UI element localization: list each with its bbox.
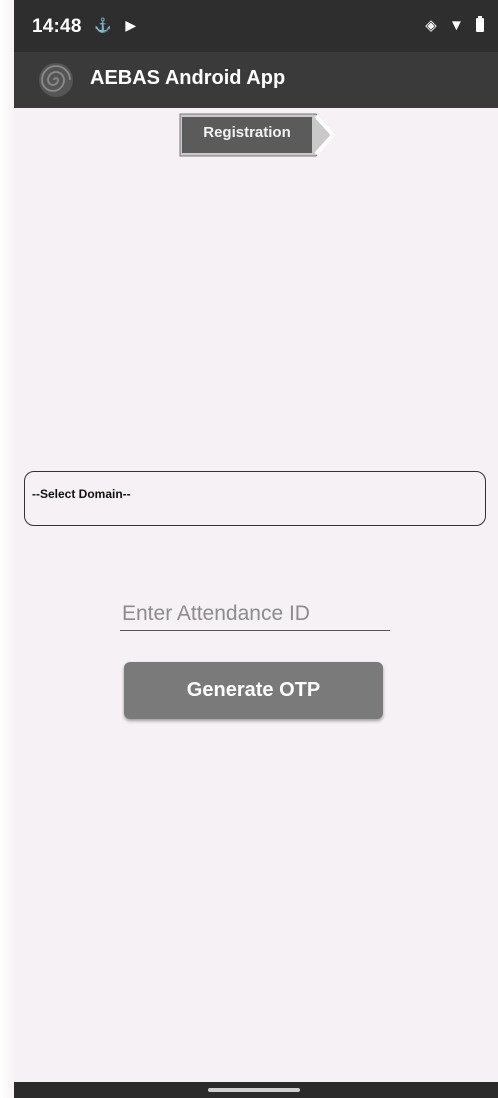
status-time: 14:48 bbox=[32, 16, 82, 37]
usb-icon: ⚓ bbox=[94, 17, 112, 33]
spiral-logo-icon bbox=[39, 63, 73, 97]
generate-otp-button[interactable]: Generate OTP bbox=[124, 662, 383, 719]
battery-icon bbox=[476, 16, 484, 32]
status-icons-left: ⚓ ▶ bbox=[94, 17, 146, 34]
navigation-bar bbox=[14, 1082, 498, 1098]
play-icon: ▶ bbox=[125, 17, 137, 33]
vibrate-icon: ◈ bbox=[425, 17, 437, 34]
status-bar: 14:48 ⚓ ▶ ◈ ▼ bbox=[14, 0, 498, 52]
domain-select-value: --Select Domain-- bbox=[32, 487, 131, 501]
registration-button[interactable]: Registration bbox=[178, 112, 340, 158]
wifi-icon: ▼ bbox=[448, 17, 464, 34]
app-bar: AEBAS Android App bbox=[14, 52, 498, 108]
status-icons-right: ◈ ▼ bbox=[417, 16, 484, 34]
app-title: AEBAS Android App bbox=[90, 67, 286, 89]
domain-select[interactable]: --Select Domain-- bbox=[24, 471, 486, 526]
registration-label: Registration bbox=[203, 124, 291, 141]
scan-margin bbox=[0, 0, 14, 1098]
home-handle[interactable] bbox=[208, 1088, 300, 1092]
attendance-id-input[interactable] bbox=[120, 598, 390, 631]
app-screen: 14:48 ⚓ ▶ ◈ ▼ AEBAS Android App Registra… bbox=[14, 0, 498, 1098]
